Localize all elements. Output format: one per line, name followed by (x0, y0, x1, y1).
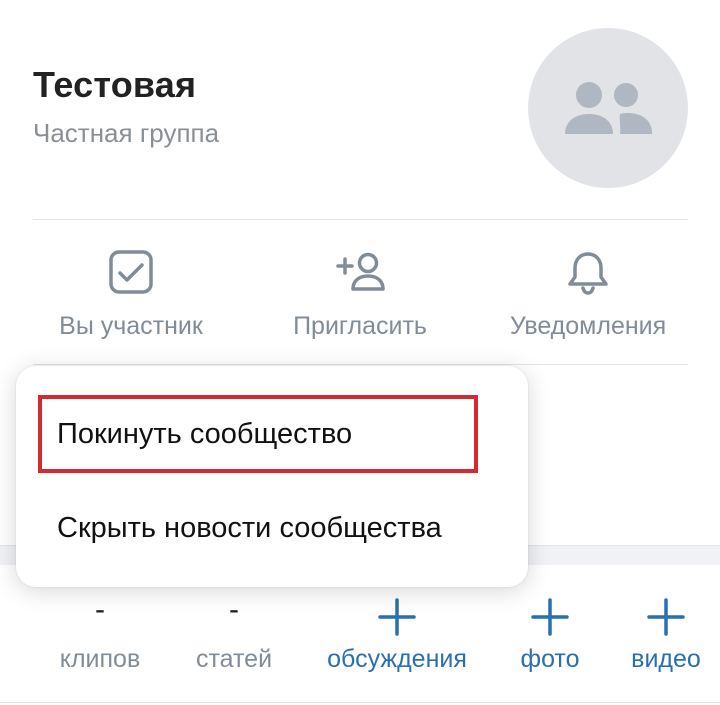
membership-popup-menu: Покинуть сообщество Скрыть новости сообщ… (16, 366, 528, 587)
plus-icon (647, 598, 685, 636)
member-status-label: Вы участник (59, 312, 203, 340)
divider (33, 364, 688, 365)
divider (0, 702, 720, 703)
checkbox-check-icon (109, 250, 153, 294)
counter-videos[interactable]: видео (620, 565, 712, 705)
group-name: Тестовая (33, 64, 197, 105)
invite-button[interactable]: Пригласить (262, 220, 458, 364)
notifications-button[interactable]: Уведомления (490, 220, 686, 364)
counter-photos[interactable]: фото (500, 565, 600, 705)
leave-community-menu-item[interactable]: Покинуть сообщество (16, 394, 528, 474)
member-status-button[interactable]: Вы участник (33, 220, 229, 364)
counter-label: клипов (59, 645, 141, 673)
plus-icon (531, 598, 569, 636)
action-bar: Вы участник Пригласить Уведомления (0, 220, 720, 364)
counter-label: обсуждения (327, 645, 467, 673)
community-avatar[interactable] (528, 28, 688, 188)
counter-value: - (95, 593, 105, 626)
community-header: Тестовая Частная группа (0, 0, 720, 220)
invite-label: Пригласить (293, 312, 427, 340)
notifications-label: Уведомления (509, 312, 667, 340)
counter-label: видео (631, 645, 701, 673)
group-type: Частная группа (33, 118, 220, 148)
counter-label: статей (195, 645, 273, 673)
counter-value: - (229, 593, 239, 626)
menu-item-label: Скрыть новости сообщества (57, 512, 442, 544)
bell-icon (568, 252, 608, 295)
plus-icon (378, 598, 416, 636)
counter-label: фото (520, 645, 580, 673)
add-user-icon (336, 252, 385, 291)
menu-item-label: Покинуть сообщество (57, 418, 353, 450)
community-users-icon (565, 82, 652, 134)
hide-news-menu-item[interactable]: Скрыть новости сообщества (16, 488, 528, 568)
